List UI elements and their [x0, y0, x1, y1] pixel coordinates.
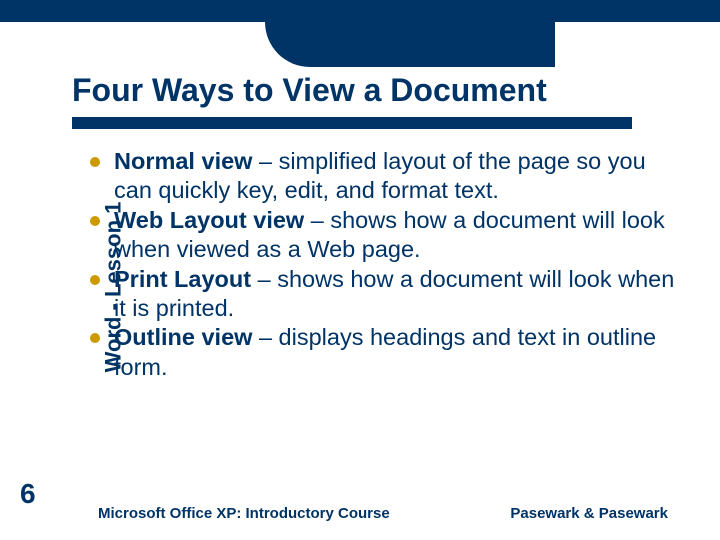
bullet-icon	[90, 333, 100, 343]
bullet-icon	[90, 157, 100, 167]
list-item: Normal view – simplified layout of the p…	[90, 147, 675, 206]
list-item: Outline view – displays headings and tex…	[90, 323, 675, 382]
bullet-bold: Outline view	[114, 324, 252, 350]
top-notch-decoration	[265, 22, 555, 67]
bullet-bold: Normal view	[114, 148, 252, 174]
bullet-text: Normal view – simplified layout of the p…	[114, 147, 675, 206]
slide-body: Four Ways to View a Document Word - Less…	[0, 22, 720, 540]
bullet-list: Normal view – simplified layout of the p…	[90, 147, 675, 382]
list-item: Web Layout view – shows how a document w…	[90, 206, 675, 265]
list-item: Print Layout – shows how a document will…	[90, 265, 675, 324]
bullet-bold: Print Layout	[114, 266, 251, 292]
footer-right: Pasewark & Pasewark	[510, 505, 668, 522]
footer-left: Microsoft Office XP: Introductory Course	[98, 505, 390, 522]
bullet-text: Web Layout view – shows how a document w…	[114, 206, 675, 265]
footer: Microsoft Office XP: Introductory Course…	[98, 505, 668, 522]
bullet-bold: Web Layout view	[114, 207, 304, 233]
slide-title: Four Ways to View a Document	[72, 72, 547, 109]
title-underline	[72, 117, 632, 129]
bullet-text: Outline view – displays headings and tex…	[114, 323, 675, 382]
bullet-text: Print Layout – shows how a document will…	[114, 265, 675, 324]
bullet-icon	[90, 216, 100, 226]
page-number: 6	[20, 478, 36, 510]
bullet-icon	[90, 275, 100, 285]
